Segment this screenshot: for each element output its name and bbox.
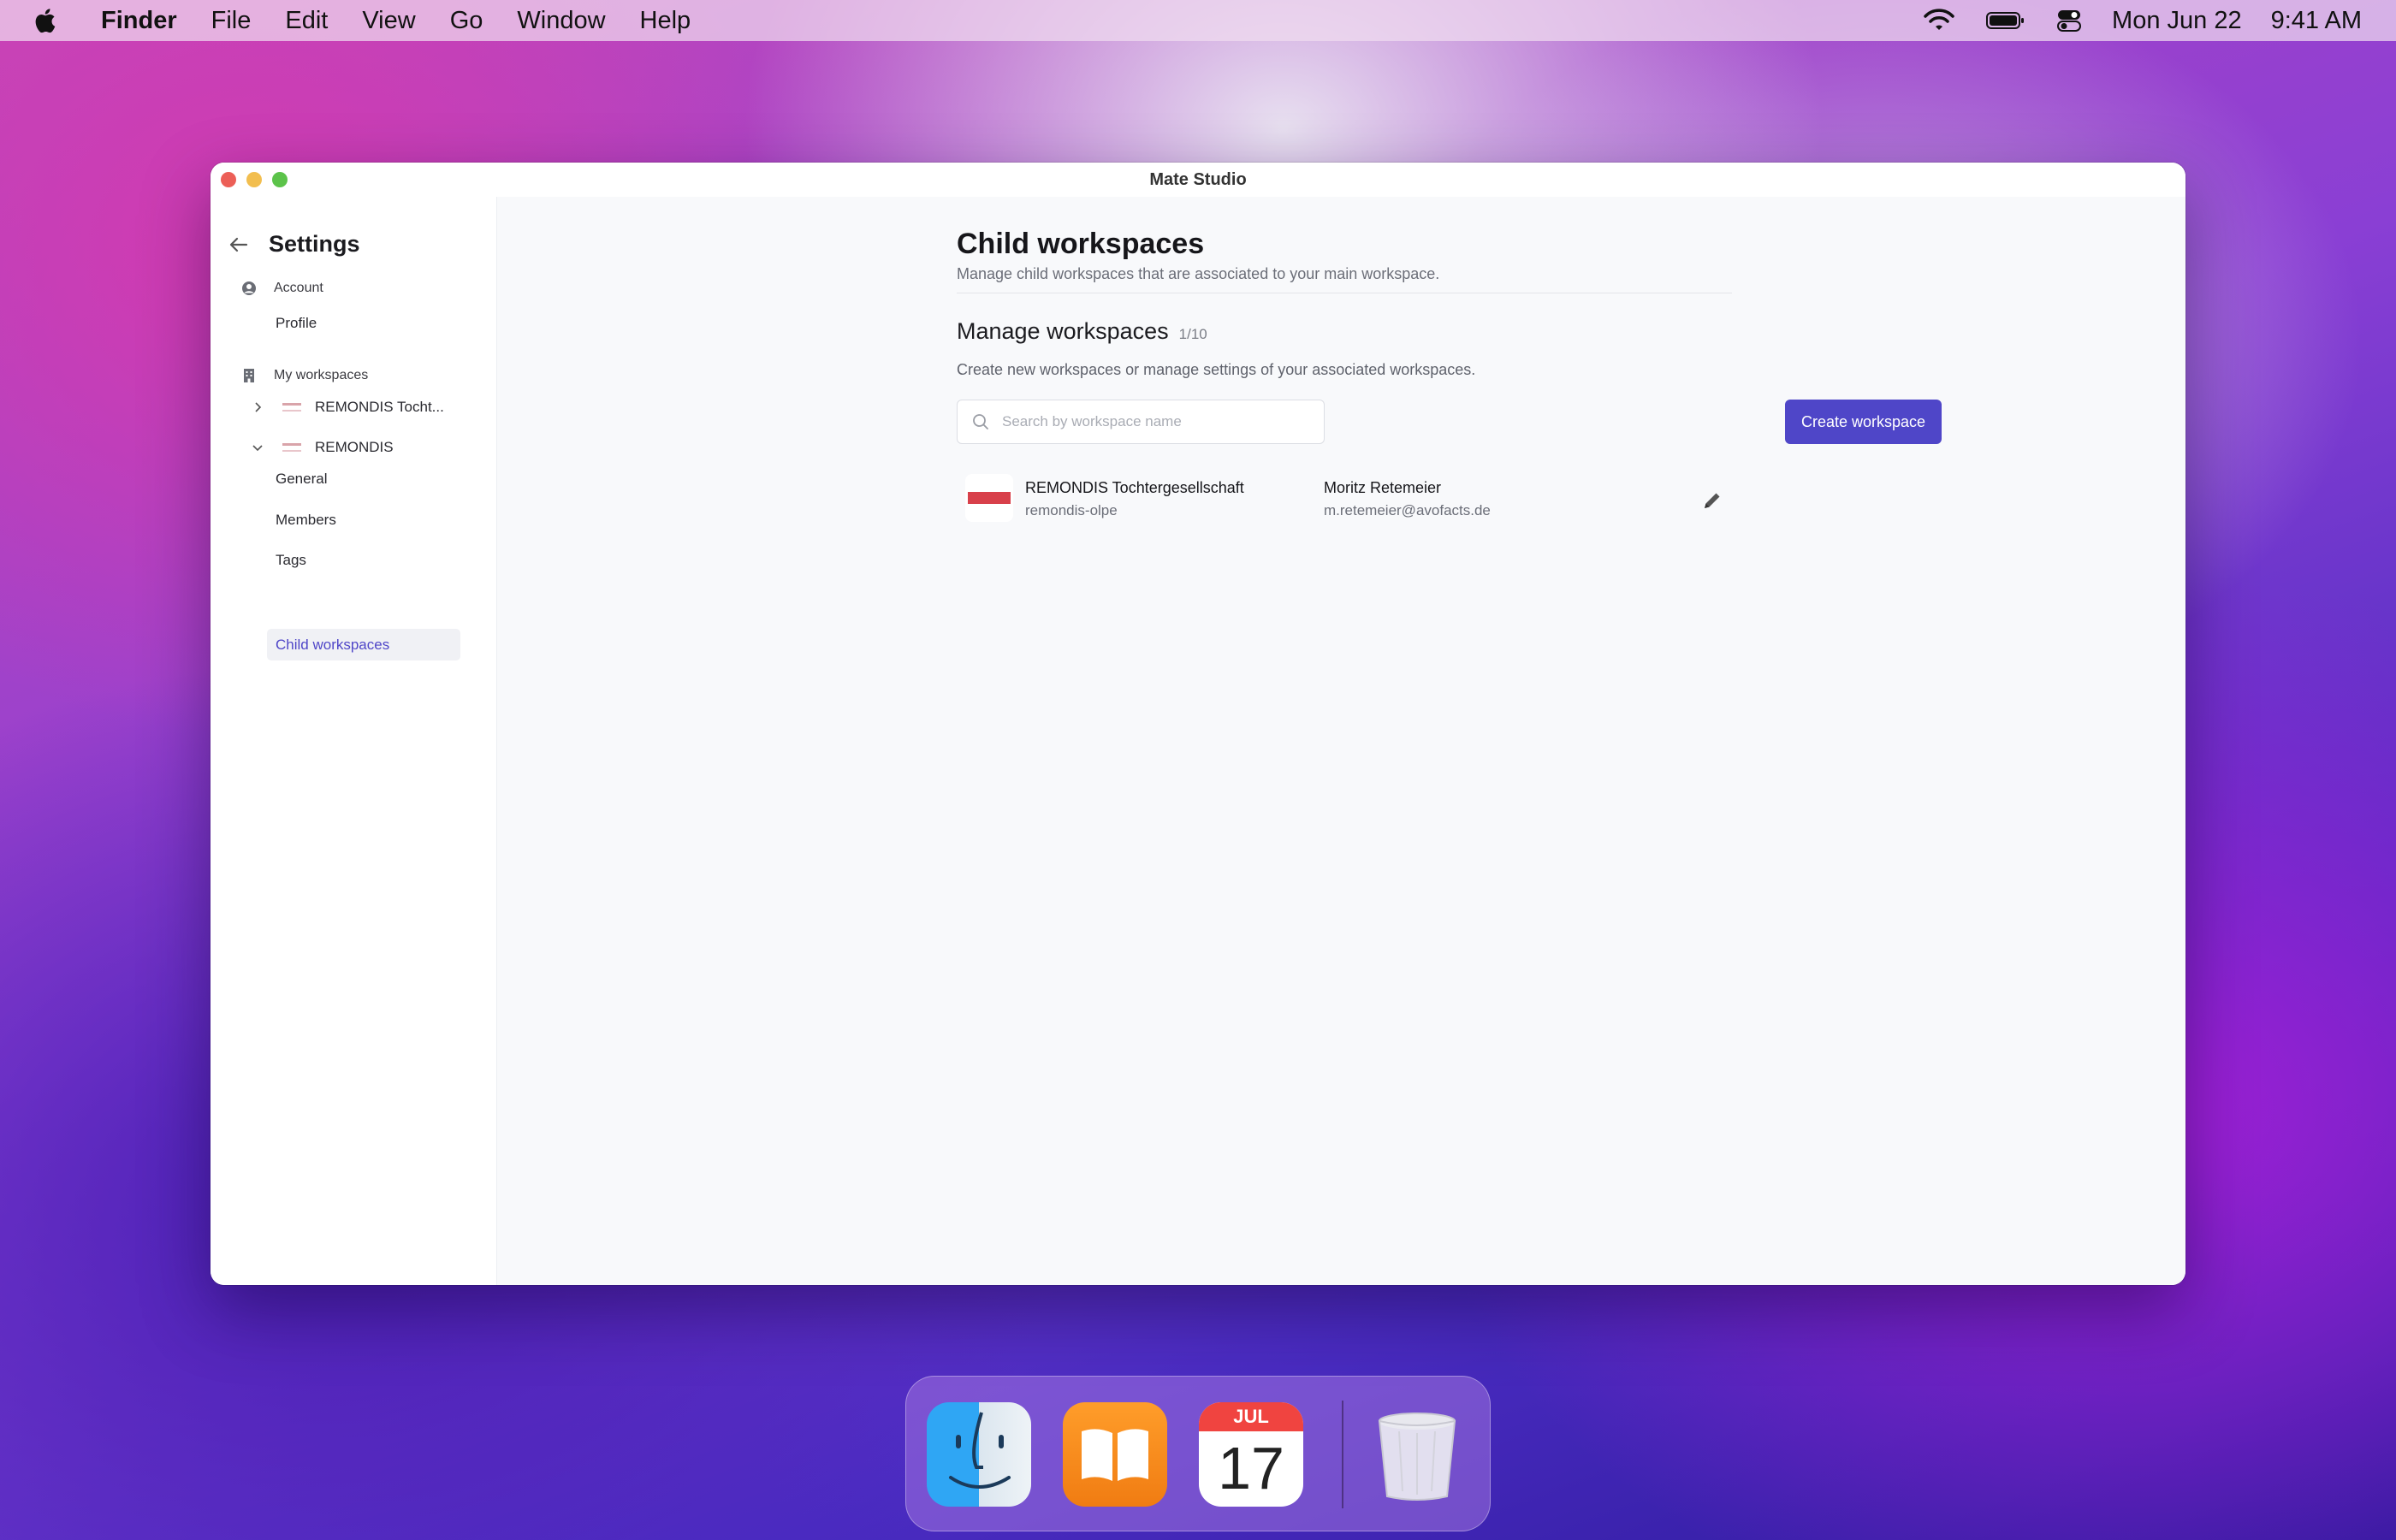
workspace-name: REMONDIS Tochtergesellschaft bbox=[1025, 479, 1244, 496]
owner-name: Moritz Retemeier bbox=[1324, 479, 1442, 496]
section-description: Create new workspaces or manage settings… bbox=[957, 361, 1476, 378]
page-subtitle: Manage child workspaces that are associa… bbox=[957, 265, 1440, 282]
workspace-slug: remondis-olpe bbox=[1025, 502, 1118, 518]
search-icon bbox=[973, 414, 988, 429]
workspace-1-label: REMONDIS Tocht... bbox=[315, 399, 444, 415]
trash-can-icon bbox=[1378, 1413, 1456, 1501]
window-controls bbox=[221, 172, 288, 187]
trash-icon[interactable] bbox=[1365, 1402, 1469, 1507]
close-button[interactable] bbox=[221, 172, 236, 187]
dock: JUL 17 bbox=[905, 1376, 1491, 1531]
calendar-day: 17 bbox=[1218, 1435, 1284, 1502]
main-content: Child workspaces Manage child workspaces… bbox=[497, 197, 2185, 1285]
members-label: Members bbox=[276, 512, 336, 528]
control-center-icon[interactable] bbox=[2055, 8, 2083, 33]
dock-separator bbox=[1342, 1401, 1343, 1508]
calendar-month: JUL bbox=[1199, 1402, 1303, 1431]
menu-window[interactable]: Window bbox=[517, 7, 605, 35]
section-title: Manage workspaces 1/10 bbox=[957, 318, 1207, 345]
menu-help[interactable]: Help bbox=[640, 7, 691, 35]
remondis-logo-icon bbox=[282, 403, 301, 412]
workspace-2-label: REMONDIS bbox=[315, 439, 394, 455]
child-workspaces-label[interactable]: Child workspaces bbox=[276, 637, 389, 654]
menu-app-name[interactable]: Finder bbox=[101, 7, 177, 35]
search-input[interactable] bbox=[1002, 413, 1310, 430]
chevron-right-icon[interactable] bbox=[252, 401, 264, 413]
workspaces-section-label: My workspaces bbox=[274, 368, 369, 382]
create-workspace-button[interactable]: Create workspace bbox=[1785, 400, 1942, 444]
books-icon[interactable] bbox=[1063, 1402, 1167, 1507]
window-title: Mate Studio bbox=[1149, 169, 1247, 189]
profile-label: Profile bbox=[276, 315, 317, 331]
sidebar-header: Settings bbox=[228, 231, 360, 258]
app-window: Mate Studio Settings Account Profile My … bbox=[211, 163, 2185, 1285]
apple-logo-icon[interactable] bbox=[34, 7, 58, 34]
minimize-button[interactable] bbox=[246, 172, 262, 187]
sidebar-workspace-tochter[interactable]: REMONDIS Tocht... bbox=[252, 399, 444, 416]
search-field[interactable] bbox=[957, 400, 1325, 444]
menu-go[interactable]: Go bbox=[450, 7, 483, 35]
settings-sidebar: Settings Account Profile My workspaces R… bbox=[211, 197, 497, 1285]
workspace-logo bbox=[965, 474, 1013, 522]
menu-file[interactable]: File bbox=[211, 7, 252, 35]
sidebar-item-tags[interactable]: Tags bbox=[276, 552, 306, 569]
sidebar-item-general[interactable]: General bbox=[276, 471, 327, 488]
page-title: Child workspaces bbox=[957, 228, 1205, 260]
table-row[interactable]: REMONDIS Tochtergesellschaft remondis-ol… bbox=[957, 471, 1732, 527]
chevron-down-icon[interactable] bbox=[252, 441, 264, 453]
tags-label: Tags bbox=[276, 552, 306, 568]
maximize-button[interactable] bbox=[272, 172, 288, 187]
menubar-date[interactable]: Mon Jun 22 bbox=[2112, 7, 2242, 35]
menu-edit[interactable]: Edit bbox=[285, 7, 328, 35]
sidebar-item-members[interactable]: Members bbox=[276, 512, 336, 529]
menubar-time[interactable]: 9:41 AM bbox=[2271, 7, 2362, 35]
sidebar-item-profile[interactable]: Profile bbox=[276, 315, 317, 332]
user-circle-icon bbox=[242, 281, 256, 295]
back-arrow-icon[interactable] bbox=[228, 234, 250, 256]
battery-icon[interactable] bbox=[1985, 8, 2026, 33]
finder-icon[interactable] bbox=[927, 1402, 1031, 1507]
remondis-logo-icon bbox=[968, 492, 1011, 504]
wifi-icon[interactable] bbox=[1922, 8, 1956, 33]
menu-bar: Finder File Edit View Go Window Help Mon… bbox=[0, 0, 2396, 41]
sidebar-section-workspaces: My workspaces bbox=[241, 368, 368, 383]
owner-email: m.retemeier@avofacts.de bbox=[1324, 502, 1491, 518]
workspace-count-badge: 1/10 bbox=[1178, 326, 1207, 342]
finder-face-icon bbox=[949, 1412, 1011, 1489]
open-book-icon bbox=[1082, 1429, 1148, 1481]
menu-view[interactable]: View bbox=[362, 7, 415, 35]
sidebar-title: Settings bbox=[269, 231, 360, 257]
remondis-logo-icon bbox=[282, 443, 301, 452]
sidebar-section-account: Account bbox=[241, 281, 323, 296]
title-bar: Mate Studio bbox=[211, 163, 2185, 197]
general-label: General bbox=[276, 471, 328, 487]
account-section-label: Account bbox=[274, 281, 323, 295]
calendar-icon[interactable]: JUL 17 bbox=[1199, 1402, 1303, 1507]
sidebar-workspace-remondis[interactable]: REMONDIS bbox=[252, 439, 394, 456]
section-title-text: Manage workspaces bbox=[957, 318, 1169, 344]
building-icon bbox=[244, 369, 254, 382]
edit-pencil-icon[interactable] bbox=[1701, 489, 1723, 512]
